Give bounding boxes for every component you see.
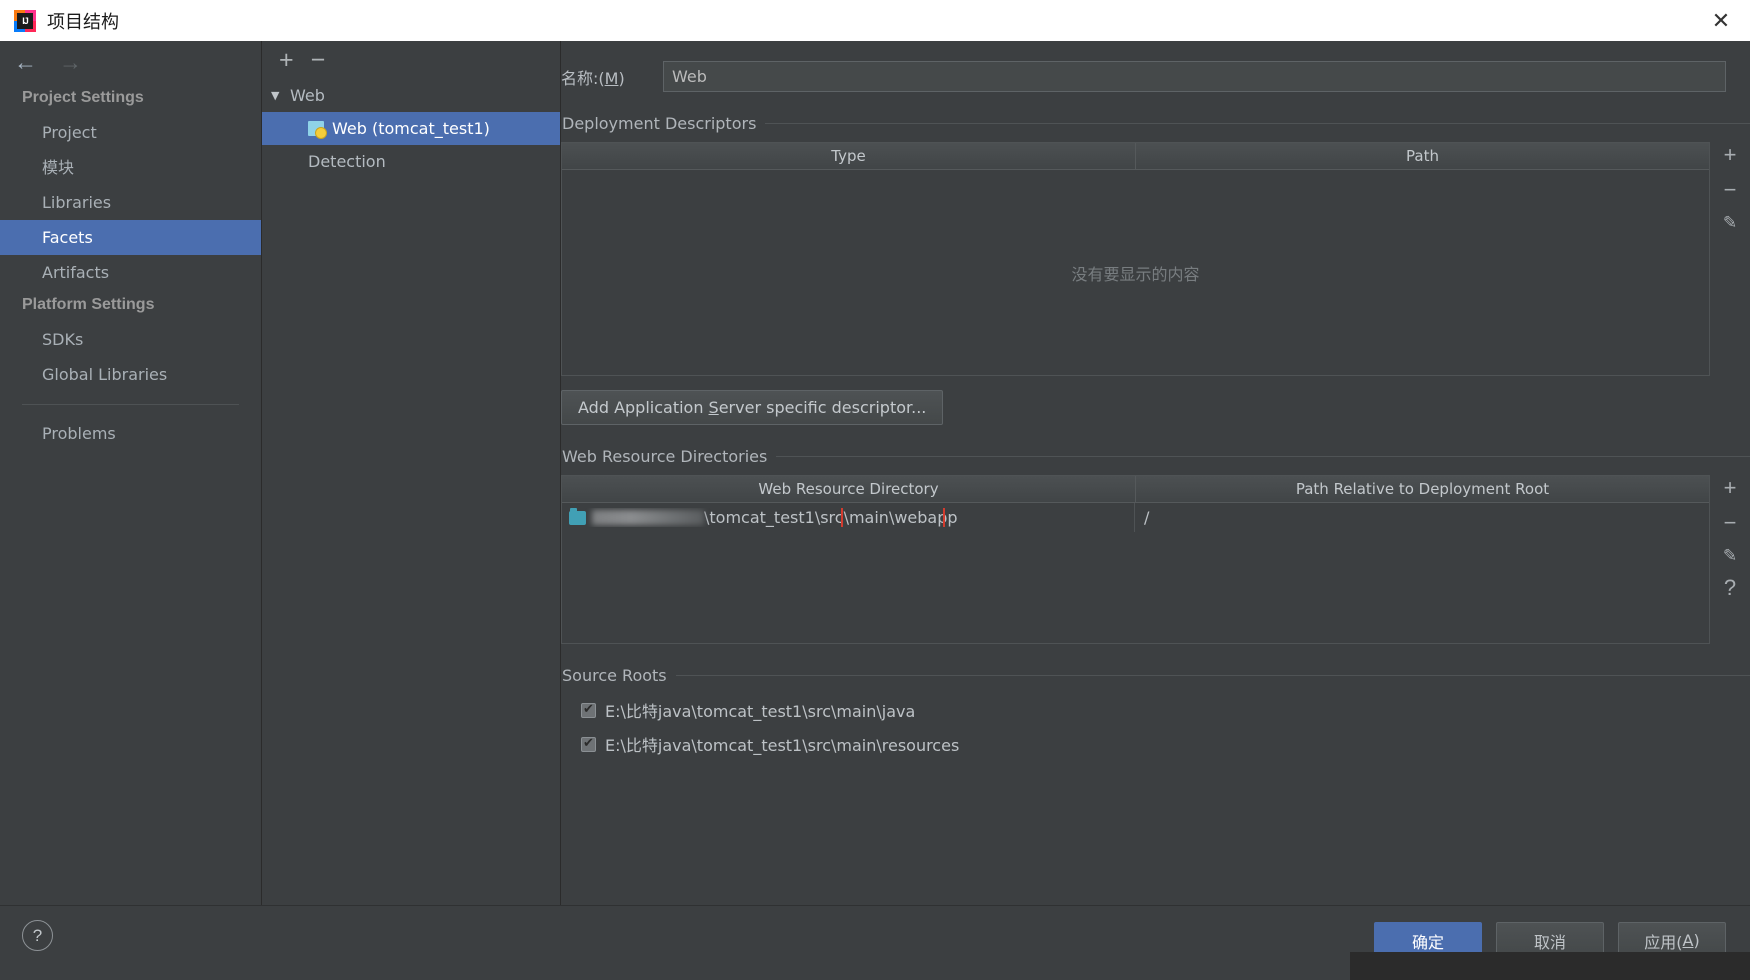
- table-header: Web Resource Directory Path Relative to …: [562, 476, 1709, 503]
- dialog-body: ← → Project Settings Project 模块 Librarie…: [0, 41, 1750, 980]
- intellij-logo-icon: IJ: [14, 9, 36, 32]
- chevron-down-icon[interactable]: ▼: [271, 89, 290, 102]
- close-icon[interactable]: ✕: [1692, 0, 1750, 41]
- deployment-descriptors-table-wrap: Type Path 没有要显示的内容 + − ✎: [561, 142, 1750, 376]
- web-resource-directories-table[interactable]: Web Resource Directory Path Relative to …: [561, 475, 1710, 644]
- deployment-descriptors-section: Deployment Descriptors Type Path 没有要显示的内…: [561, 114, 1750, 425]
- sidebar-item-facets[interactable]: Facets: [0, 220, 261, 255]
- dialog-footer: ? 确定 取消 应用(A): [0, 905, 1750, 980]
- sidebar-item-modules[interactable]: 模块: [0, 150, 261, 185]
- sidebar-item-project[interactable]: Project: [0, 115, 261, 150]
- help-web-resource-icon[interactable]: ?: [1724, 577, 1736, 599]
- back-arrow-icon[interactable]: ←: [14, 50, 37, 74]
- title-bar: IJ 项目结构 ✕: [0, 0, 1750, 41]
- column-header-type[interactable]: Type: [562, 143, 1135, 169]
- add-web-resource-icon[interactable]: +: [1724, 477, 1737, 499]
- tree-node-web-facet[interactable]: Web (tomcat_test1): [262, 112, 560, 145]
- window-title: 项目结构: [47, 11, 119, 33]
- source-root-item[interactable]: E:\比特java\tomcat_test1\src\main\resource…: [561, 727, 1750, 761]
- edit-descriptor-icon[interactable]: ✎: [1723, 214, 1737, 231]
- remove-web-resource-icon[interactable]: −: [1724, 512, 1737, 534]
- source-root-label: E:\比特java\tomcat_test1\src\main\resource…: [605, 736, 960, 755]
- section-rule: [675, 675, 1750, 676]
- sidebar-group-project-settings: Project Settings: [22, 89, 144, 106]
- source-root-label: E:\比特java\tomcat_test1\src\main\java: [605, 702, 916, 721]
- facet-name-label: 名称:(M): [561, 68, 625, 88]
- section-label: Web Resource Directories: [562, 447, 768, 466]
- table-header: Type Path: [562, 143, 1709, 170]
- cell-relative-path[interactable]: /: [1134, 503, 1709, 532]
- sidebar-item-sdks[interactable]: SDKs: [0, 322, 261, 357]
- sidebar-item-libraries[interactable]: Libraries: [0, 185, 261, 220]
- remove-descriptor-icon[interactable]: −: [1724, 179, 1737, 201]
- project-structure-dialog: IJ 项目结构 ✕ ← → Project Settings Project 模…: [0, 0, 1750, 980]
- cell-web-resource-directory[interactable]: E:\比特java\ \tomcat_test1\src\main\webapp: [562, 508, 1134, 527]
- source-root-checkbox[interactable]: [581, 736, 596, 752]
- column-header-web-resource-directory[interactable]: Web Resource Directory: [562, 476, 1135, 502]
- empty-table-message: 没有要显示的内容: [1071, 264, 1200, 284]
- web-resource-directories-header: Web Resource Directories: [561, 447, 1750, 466]
- table-row[interactable]: E:\比特java\ \tomcat_test1\src\main\webapp…: [562, 503, 1709, 532]
- facets-tree-toolbar: + −: [262, 41, 560, 79]
- sidebar-divider: [22, 404, 239, 405]
- section-label: Source Roots: [562, 666, 667, 685]
- settings-sidebar: ← → Project Settings Project 模块 Librarie…: [0, 41, 262, 905]
- sidebar-item-problems[interactable]: Problems: [0, 416, 261, 451]
- deployment-descriptors-header: Deployment Descriptors: [561, 114, 1750, 133]
- facet-detail-panel: 名称:(M) Web Deployment Descriptors Type P…: [561, 41, 1750, 905]
- web-resource-directories-section: Web Resource Directories Web Resource Di…: [561, 447, 1750, 644]
- tree-node-web-group[interactable]: ▼ Web: [262, 79, 560, 112]
- sidebar-group-platform-settings: Platform Settings: [22, 296, 155, 313]
- tree-node-detection[interactable]: Detection: [262, 145, 560, 178]
- source-root-checkbox[interactable]: [581, 702, 596, 718]
- table-body: E:\比特java\ \tomcat_test1\src\main\webapp…: [562, 503, 1709, 643]
- folder-icon: [569, 508, 586, 525]
- forward-arrow-icon[interactable]: →: [59, 50, 82, 74]
- add-app-server-descriptor-button[interactable]: Add Application Server specific descript…: [561, 390, 944, 425]
- sidebar-item-global-libraries[interactable]: Global Libraries: [0, 357, 261, 392]
- deployment-descriptors-tools: + − ✎: [1710, 142, 1750, 376]
- help-icon[interactable]: ?: [22, 920, 53, 951]
- section-label: Deployment Descriptors: [562, 114, 757, 133]
- facet-name-row: 名称:(M) Web: [561, 41, 1750, 92]
- source-root-item[interactable]: E:\比特java\tomcat_test1\src\main\java: [561, 693, 1750, 727]
- source-roots-header: Source Roots: [561, 666, 1750, 685]
- facets-tree-panel: + − ▼ Web Web (tomcat_test1) Detection: [262, 41, 561, 905]
- sidebar-item-artifacts[interactable]: Artifacts: [0, 255, 261, 290]
- column-header-path[interactable]: Path: [1135, 143, 1709, 169]
- deployment-descriptors-table[interactable]: Type Path 没有要显示的内容: [561, 142, 1710, 376]
- os-taskbar-sliver: [1350, 952, 1750, 980]
- section-rule: [776, 456, 1750, 457]
- edit-web-resource-icon[interactable]: ✎: [1723, 547, 1737, 564]
- tree-node-label: Web (tomcat_test1): [332, 119, 490, 138]
- tree-node-label: Detection: [308, 152, 386, 171]
- column-header-relative-path[interactable]: Path Relative to Deployment Root: [1135, 476, 1709, 502]
- web-facet-icon: [308, 121, 327, 139]
- web-resource-table-wrap: Web Resource Directory Path Relative to …: [561, 475, 1750, 644]
- web-resource-path-text: \tomcat_test1\src\main\webapp: [704, 508, 958, 527]
- facet-name-input[interactable]: Web: [663, 61, 1726, 92]
- web-resource-tools: + − ✎ ?: [1710, 475, 1750, 644]
- redacted-path-segment: E:\比特java\: [592, 510, 704, 525]
- add-descriptor-icon[interactable]: +: [1724, 144, 1737, 166]
- table-body: 没有要显示的内容: [562, 170, 1709, 375]
- source-roots-section: Source Roots E:\比特java\tomcat_test1\src\…: [561, 666, 1750, 761]
- navigation-arrows: ← →: [0, 41, 261, 83]
- remove-facet-icon[interactable]: −: [311, 47, 326, 73]
- section-rule: [765, 123, 1750, 124]
- tree-node-label: Web: [290, 86, 325, 105]
- logo-letters: IJ: [17, 12, 33, 29]
- add-facet-icon[interactable]: +: [279, 47, 294, 73]
